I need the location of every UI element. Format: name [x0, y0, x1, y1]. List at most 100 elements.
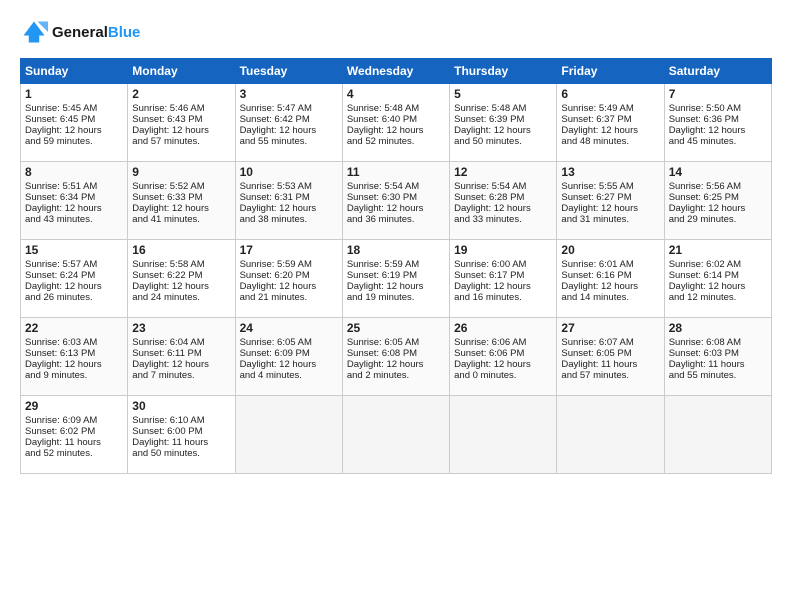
day-detail: Sunset: 6:24 PM — [25, 270, 123, 281]
calendar-cell: 30Sunrise: 6:10 AMSunset: 6:00 PMDayligh… — [128, 396, 235, 474]
day-detail: Sunset: 6:03 PM — [669, 348, 767, 359]
day-detail: Sunrise: 5:54 AM — [347, 181, 445, 192]
day-detail: Daylight: 12 hours — [669, 281, 767, 292]
calendar-cell — [342, 396, 449, 474]
calendar-cell: 8Sunrise: 5:51 AMSunset: 6:34 PMDaylight… — [21, 162, 128, 240]
day-detail: Daylight: 12 hours — [347, 125, 445, 136]
day-detail: and 45 minutes. — [669, 136, 767, 147]
day-detail: Daylight: 12 hours — [25, 203, 123, 214]
day-number: 27 — [561, 321, 659, 335]
calendar-cell: 17Sunrise: 5:59 AMSunset: 6:20 PMDayligh… — [235, 240, 342, 318]
day-detail: Sunset: 6:27 PM — [561, 192, 659, 203]
day-number: 26 — [454, 321, 552, 335]
day-detail: and 29 minutes. — [669, 214, 767, 225]
day-detail: Sunset: 6:00 PM — [132, 426, 230, 437]
day-detail: Sunrise: 5:59 AM — [240, 259, 338, 270]
calendar-cell: 16Sunrise: 5:58 AMSunset: 6:22 PMDayligh… — [128, 240, 235, 318]
day-detail: Daylight: 12 hours — [347, 281, 445, 292]
day-number: 22 — [25, 321, 123, 335]
day-detail: Sunrise: 5:48 AM — [454, 103, 552, 114]
day-detail: Sunset: 6:19 PM — [347, 270, 445, 281]
day-detail: Sunset: 6:02 PM — [25, 426, 123, 437]
day-number: 3 — [240, 87, 338, 101]
day-detail: Sunset: 6:14 PM — [669, 270, 767, 281]
day-detail: Sunset: 6:20 PM — [240, 270, 338, 281]
calendar-cell: 10Sunrise: 5:53 AMSunset: 6:31 PMDayligh… — [235, 162, 342, 240]
day-detail: Sunrise: 5:49 AM — [561, 103, 659, 114]
day-detail: Sunrise: 6:04 AM — [132, 337, 230, 348]
calendar-cell: 19Sunrise: 6:00 AMSunset: 6:17 PMDayligh… — [450, 240, 557, 318]
calendar-cell: 13Sunrise: 5:55 AMSunset: 6:27 PMDayligh… — [557, 162, 664, 240]
logo-icon — [20, 18, 48, 46]
day-detail: Daylight: 11 hours — [669, 359, 767, 370]
day-detail: Sunrise: 6:01 AM — [561, 259, 659, 270]
day-number: 29 — [25, 399, 123, 413]
day-number: 30 — [132, 399, 230, 413]
day-detail: and 57 minutes. — [132, 136, 230, 147]
day-detail: and 50 minutes. — [454, 136, 552, 147]
day-detail: and 19 minutes. — [347, 292, 445, 303]
calendar-cell: 3Sunrise: 5:47 AMSunset: 6:42 PMDaylight… — [235, 84, 342, 162]
day-detail: Daylight: 12 hours — [240, 203, 338, 214]
day-detail: Sunrise: 5:46 AM — [132, 103, 230, 114]
calendar-cell: 20Sunrise: 6:01 AMSunset: 6:16 PMDayligh… — [557, 240, 664, 318]
day-number: 25 — [347, 321, 445, 335]
day-detail: Daylight: 11 hours — [132, 437, 230, 448]
day-detail: Sunset: 6:25 PM — [669, 192, 767, 203]
day-detail: and 4 minutes. — [240, 370, 338, 381]
day-number: 17 — [240, 243, 338, 257]
day-detail: Sunset: 6:31 PM — [240, 192, 338, 203]
calendar-cell — [557, 396, 664, 474]
day-detail: and 21 minutes. — [240, 292, 338, 303]
day-detail: and 55 minutes. — [240, 136, 338, 147]
calendar-cell: 28Sunrise: 6:08 AMSunset: 6:03 PMDayligh… — [664, 318, 771, 396]
day-detail: Sunrise: 6:05 AM — [240, 337, 338, 348]
day-detail: and 43 minutes. — [25, 214, 123, 225]
calendar-cell: 6Sunrise: 5:49 AMSunset: 6:37 PMDaylight… — [557, 84, 664, 162]
day-number: 6 — [561, 87, 659, 101]
day-detail: Daylight: 11 hours — [561, 359, 659, 370]
day-detail: Sunrise: 5:52 AM — [132, 181, 230, 192]
calendar-cell: 21Sunrise: 6:02 AMSunset: 6:14 PMDayligh… — [664, 240, 771, 318]
calendar-cell: 4Sunrise: 5:48 AMSunset: 6:40 PMDaylight… — [342, 84, 449, 162]
day-detail: and 2 minutes. — [347, 370, 445, 381]
calendar-cell — [450, 396, 557, 474]
calendar-week-3: 15Sunrise: 5:57 AMSunset: 6:24 PMDayligh… — [21, 240, 772, 318]
day-detail: Sunset: 6:36 PM — [669, 114, 767, 125]
calendar-week-4: 22Sunrise: 6:03 AMSunset: 6:13 PMDayligh… — [21, 318, 772, 396]
weekday-header-sunday: Sunday — [21, 59, 128, 84]
day-detail: Sunset: 6:34 PM — [25, 192, 123, 203]
calendar-cell: 23Sunrise: 6:04 AMSunset: 6:11 PMDayligh… — [128, 318, 235, 396]
day-detail: Daylight: 11 hours — [25, 437, 123, 448]
day-number: 21 — [669, 243, 767, 257]
day-detail: Sunrise: 6:07 AM — [561, 337, 659, 348]
day-number: 15 — [25, 243, 123, 257]
page: GeneralBlue SundayMondayTuesdayWednesday… — [0, 0, 792, 484]
day-detail: and 52 minutes. — [347, 136, 445, 147]
day-number: 18 — [347, 243, 445, 257]
calendar-cell: 27Sunrise: 6:07 AMSunset: 6:05 PMDayligh… — [557, 318, 664, 396]
day-detail: Sunset: 6:11 PM — [132, 348, 230, 359]
day-number: 23 — [132, 321, 230, 335]
day-detail: Sunset: 6:13 PM — [25, 348, 123, 359]
day-detail: Sunset: 6:37 PM — [561, 114, 659, 125]
day-number: 10 — [240, 165, 338, 179]
day-detail: and 9 minutes. — [25, 370, 123, 381]
day-detail: Sunset: 6:06 PM — [454, 348, 552, 359]
day-detail: Daylight: 12 hours — [454, 281, 552, 292]
calendar-cell: 22Sunrise: 6:03 AMSunset: 6:13 PMDayligh… — [21, 318, 128, 396]
weekday-header-tuesday: Tuesday — [235, 59, 342, 84]
day-detail: and 24 minutes. — [132, 292, 230, 303]
day-detail: and 16 minutes. — [454, 292, 552, 303]
calendar-cell — [664, 396, 771, 474]
day-detail: and 26 minutes. — [25, 292, 123, 303]
day-detail: Daylight: 12 hours — [240, 359, 338, 370]
day-detail: and 52 minutes. — [25, 448, 123, 459]
day-detail: Daylight: 12 hours — [561, 281, 659, 292]
day-detail: Sunrise: 5:54 AM — [454, 181, 552, 192]
day-detail: Sunset: 6:33 PM — [132, 192, 230, 203]
day-number: 24 — [240, 321, 338, 335]
day-detail: Sunset: 6:39 PM — [454, 114, 552, 125]
day-detail: Daylight: 12 hours — [347, 203, 445, 214]
calendar-cell: 26Sunrise: 6:06 AMSunset: 6:06 PMDayligh… — [450, 318, 557, 396]
